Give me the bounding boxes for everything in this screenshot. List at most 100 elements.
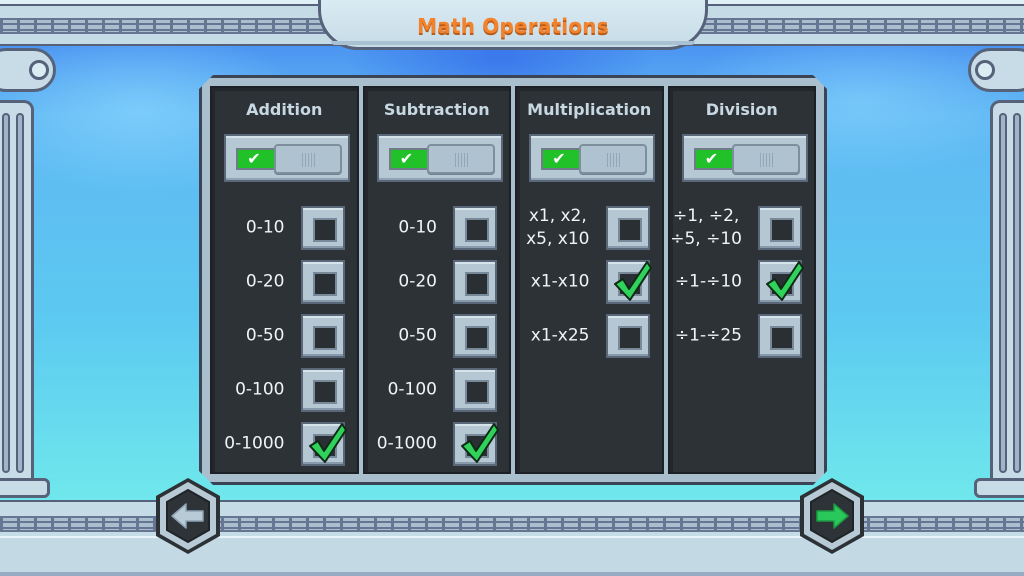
operation-toggle[interactable]: ✔ [682,134,808,182]
toggle-knob[interactable] [427,144,495,174]
option-checkbox[interactable] [301,314,345,358]
option-row: 0-100 [212,368,357,412]
column-base [974,478,1024,498]
option-label: 0-10 [398,217,437,238]
operation-title: Subtraction [383,100,490,119]
option-label: 0-20 [398,271,437,292]
option-checkbox[interactable] [453,422,497,466]
option-checkbox[interactable] [301,260,345,304]
operation-column-addition: Addition ✔ 0-10 0-20 0-50 0-100 0-1000 [210,86,359,474]
grip-icon [302,153,316,167]
option-checkbox[interactable] [301,206,345,250]
option-label: 0-10 [245,217,285,238]
option-checkbox[interactable] [301,422,345,466]
option-row: x1, x2, x5, x10 [517,206,662,250]
left-column [0,48,56,500]
volute-icon [29,60,49,80]
volute-icon [975,60,995,80]
option-row: ÷1, ÷2, ÷5, ÷10 [670,206,815,250]
arrow-left-icon [156,478,220,554]
option-label: 0-100 [387,379,437,400]
option-label: 0-50 [245,325,285,346]
column-flute [16,113,24,473]
option-checkbox[interactable] [606,206,650,250]
option-row: 0-20 [212,260,357,304]
operation-toggle[interactable]: ✔ [377,134,503,182]
grip-icon [455,153,469,167]
operations-panel: Addition ✔ 0-10 0-20 0-50 0-100 0-1000 Subtract… [199,75,827,485]
operation-title: Multiplication [527,100,652,119]
option-checkbox[interactable] [453,314,497,358]
option-row: 0-50 [212,314,357,358]
option-label: 0-1000 [376,433,437,454]
grip-icon [760,153,774,167]
option-checkbox[interactable] [301,368,345,412]
toggle-on-indicator: ✔ [694,148,736,170]
option-label: x1, x2, x5, x10 [526,206,590,249]
option-checkbox[interactable] [453,260,497,304]
option-label: 0-1000 [224,433,285,454]
option-row: 0-1000 [365,422,510,466]
option-row: 0-10 [212,206,357,250]
option-label: ÷1-÷25 [674,325,742,346]
option-checkbox[interactable] [758,206,802,250]
operation-toggle[interactable]: ✔ [529,134,655,182]
page-title: Math Operations [417,13,609,38]
operation-title: Division [705,100,778,119]
toggle-knob[interactable] [732,144,800,174]
next-button[interactable] [797,476,867,556]
option-row: ÷1-÷25 [670,314,815,358]
grip-icon [607,153,621,167]
checkmark-icon [765,258,805,302]
option-label: x1-x10 [530,271,590,292]
option-checkbox[interactable] [758,260,802,304]
option-row: x1-x10 [517,260,662,304]
checkmark-icon: ✔ [247,149,261,168]
toggle-knob[interactable] [274,144,342,174]
column-flute [999,113,1007,473]
toggle-on-indicator: ✔ [236,148,278,170]
checkmark-icon [308,420,348,464]
column-capital [0,48,56,92]
arrow-right-icon [800,478,864,554]
option-checkbox[interactable] [606,260,650,304]
operation-column-subtraction: Subtraction ✔ 0-10 0-20 0-50 0-100 0-1000 [363,86,512,474]
option-checkbox[interactable] [758,314,802,358]
option-label: ÷1-÷10 [674,271,742,292]
option-checkbox[interactable] [453,206,497,250]
title-banner: Math Operations [318,0,708,50]
operation-column-division: Division ✔ ÷1, ÷2, ÷5, ÷10 ÷1-÷10 ÷1-÷25 [668,86,817,474]
option-label: 0-50 [398,325,437,346]
operation-column-multiplication: Multiplication ✔ x1, x2, x5, x10 x1-x10 x1-x… [515,86,664,474]
checkmark-icon: ✔ [399,149,414,168]
operation-toggle[interactable]: ✔ [224,134,350,182]
option-checkbox[interactable] [453,368,497,412]
option-label: ÷1, ÷2, ÷5, ÷10 [670,206,742,249]
column-shaft [0,100,34,480]
column-flute [2,113,10,473]
option-label: 0-20 [245,271,285,292]
toggle-on-indicator: ✔ [541,148,583,170]
operation-title: Addition [246,100,323,119]
back-button[interactable] [153,476,223,556]
toggle-knob[interactable] [579,144,647,174]
option-row: ÷1-÷10 [670,260,815,304]
column-base [0,478,50,498]
option-label: 0-100 [235,379,285,400]
option-row: 0-1000 [212,422,357,466]
option-row: x1-x25 [517,314,662,358]
right-column [968,48,1024,500]
operations-grid: Addition ✔ 0-10 0-20 0-50 0-100 0-1000 Subtract… [210,86,816,474]
column-flute [1013,113,1021,473]
column-shaft [990,100,1024,480]
option-label: x1-x25 [530,325,590,346]
checkmark-icon: ✔ [552,149,566,168]
option-checkbox[interactable] [606,314,650,358]
option-row: 0-20 [365,260,510,304]
checkmark-icon [613,258,653,302]
toggle-on-indicator: ✔ [389,148,431,170]
option-row: 0-50 [365,314,510,358]
option-row: 0-10 [365,206,510,250]
checkmark-icon: ✔ [704,149,719,168]
column-capital [968,48,1024,92]
